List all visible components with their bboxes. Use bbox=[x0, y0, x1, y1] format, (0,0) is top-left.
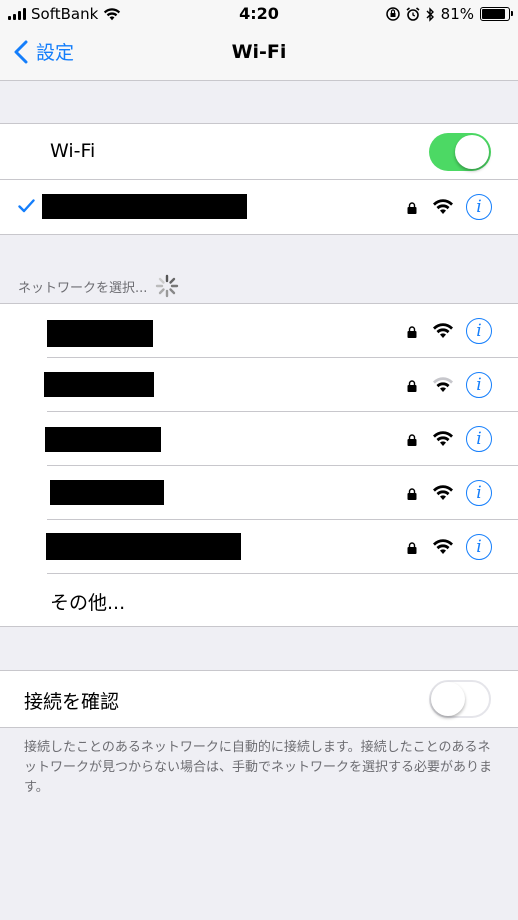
wifi-icon bbox=[433, 539, 453, 554]
network-name-redacted bbox=[45, 427, 161, 452]
other-network-row[interactable]: その他... bbox=[0, 574, 518, 626]
lock-icon bbox=[407, 542, 417, 554]
network-name-redacted bbox=[46, 533, 241, 560]
network-row[interactable]: i bbox=[0, 520, 518, 573]
checkmark-icon bbox=[18, 199, 35, 213]
info-icon[interactable]: i bbox=[466, 194, 492, 220]
wifi-weak-icon bbox=[433, 377, 453, 392]
ask-join-group: 接続を確認 bbox=[0, 670, 518, 728]
other-label: その他... bbox=[50, 592, 126, 614]
info-icon[interactable]: i bbox=[466, 318, 492, 344]
battery-icon bbox=[480, 7, 513, 21]
lock-icon bbox=[407, 380, 417, 392]
network-row[interactable]: i bbox=[0, 358, 518, 411]
status-bar: SoftBank 4:20 81% bbox=[0, 0, 518, 28]
lock-icon bbox=[407, 326, 417, 338]
wifi-toggle[interactable] bbox=[429, 133, 491, 171]
wifi-label: Wi-Fi bbox=[50, 140, 96, 162]
info-icon[interactable]: i bbox=[466, 372, 492, 398]
section-header-label: ネットワークを選択... bbox=[18, 280, 148, 296]
network-row[interactable]: i bbox=[0, 466, 518, 519]
lock-icon bbox=[407, 202, 417, 214]
wifi-icon bbox=[433, 485, 453, 500]
page-title: Wi-Fi bbox=[231, 41, 287, 63]
lock-icon bbox=[407, 488, 417, 500]
lock-icon bbox=[407, 434, 417, 446]
network-name-redacted bbox=[42, 194, 247, 219]
wifi-group: Wi-Fi i bbox=[0, 123, 518, 235]
orientation-lock-icon bbox=[385, 7, 400, 21]
network-row[interactable]: i bbox=[0, 304, 518, 357]
info-icon[interactable]: i bbox=[466, 480, 492, 506]
spinner-icon bbox=[156, 274, 179, 298]
bluetooth-icon bbox=[426, 6, 434, 22]
network-row[interactable]: i bbox=[0, 412, 518, 465]
info-icon[interactable]: i bbox=[466, 426, 492, 452]
network-name-redacted bbox=[47, 320, 153, 347]
network-name-redacted bbox=[50, 480, 164, 505]
battery-percent: 81% bbox=[440, 5, 474, 23]
navigation-bar: 設定 Wi-Fi bbox=[0, 28, 518, 81]
info-icon[interactable]: i bbox=[466, 534, 492, 560]
connected-network-row[interactable]: i bbox=[0, 180, 518, 234]
alarm-icon bbox=[406, 7, 420, 21]
wifi-icon bbox=[433, 199, 453, 214]
footer-note: 接続したことのあるネットワークに自動的に接続します。接続したことのあるネットワー… bbox=[24, 740, 493, 795]
section-header: ネットワークを選択... bbox=[18, 274, 179, 298]
wifi-icon bbox=[433, 323, 453, 338]
ask-join-label: 接続を確認 bbox=[24, 691, 120, 713]
network-list: i i i i i その他... bbox=[0, 303, 518, 627]
wifi-toggle-row: Wi-Fi bbox=[0, 124, 518, 179]
ask-join-toggle[interactable] bbox=[429, 680, 491, 718]
wifi-icon bbox=[433, 431, 453, 446]
network-name-redacted bbox=[44, 372, 154, 397]
